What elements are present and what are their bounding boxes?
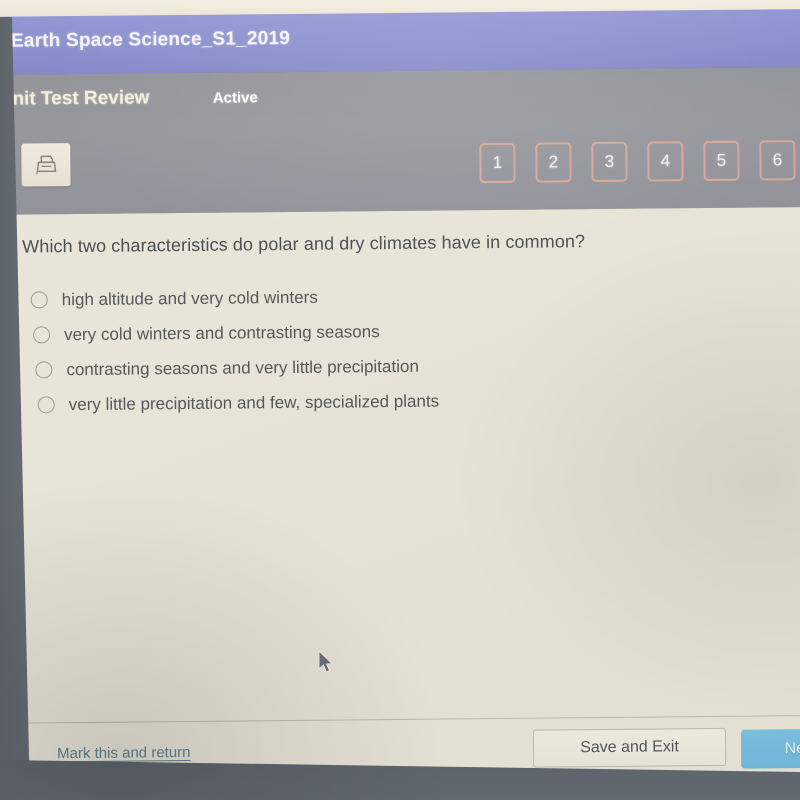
answer-option-3-label: contrasting seasons and very little prec…: [66, 356, 419, 379]
answer-option-4[interactable]: very little precipitation and few, speci…: [37, 381, 672, 422]
course-title: _Earth Space Science_S1_2019: [0, 27, 291, 52]
pager-button-1[interactable]: 1: [479, 142, 516, 184]
assignment-header-row: Unit Test Review Active: [0, 73, 800, 121]
mark-this-and-return-link[interactable]: Mark this and return: [57, 744, 191, 762]
question-card: Which two characteristics do polar and d…: [1, 206, 800, 785]
pager-button-3[interactable]: 3: [591, 141, 628, 183]
print-button[interactable]: [21, 143, 71, 187]
status-badge: Active: [212, 89, 258, 107]
pager-button-4[interactable]: 4: [647, 141, 684, 182]
pager-button-2[interactable]: 2: [535, 142, 572, 183]
radio-button-1[interactable]: [30, 291, 48, 309]
pager-button-6[interactable]: 6: [759, 140, 796, 181]
next-button[interactable]: Next: [740, 728, 800, 769]
radio-button-4[interactable]: [37, 396, 55, 414]
assignment-title: Unit Test Review: [0, 87, 150, 110]
printer-icon: [33, 153, 59, 177]
answer-option-1-label: high altitude and very cold winters: [61, 287, 318, 309]
assessment-page: _Earth Space Science_S1_2019 Unit Test R…: [0, 8, 800, 800]
course-header-band: _Earth Space Science_S1_2019: [0, 8, 800, 75]
pager-button-5[interactable]: 5: [703, 140, 740, 182]
save-and-exit-button[interactable]: Save and Exit: [532, 727, 727, 768]
radio-button-3[interactable]: [35, 361, 53, 379]
screen-photograph: _Earth Space Science_S1_2019 Unit Test R…: [0, 0, 800, 800]
answer-option-4-label: very little precipitation and few, speci…: [68, 391, 440, 414]
radio-button-2[interactable]: [32, 326, 51, 344]
question-pager[interactable]: 1 2 3 4 5 6: [479, 140, 796, 184]
answer-option-2-label: very cold winters and contrasting season…: [63, 321, 380, 344]
question-text: Which two characteristics do polar and d…: [22, 231, 586, 257]
answer-options-list: high altitude and very cold winters very…: [30, 276, 672, 422]
